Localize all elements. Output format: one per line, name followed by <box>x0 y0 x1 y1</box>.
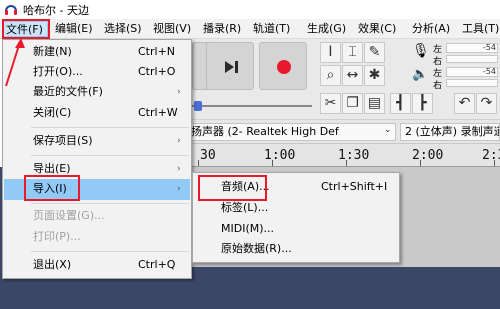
menu-select[interactable]: 选择(S) <box>104 21 142 37</box>
menu-item-close[interactable]: 关闭(C) Ctrl+W <box>4 103 190 123</box>
menu-item-exit[interactable]: 退出(X) Ctrl+Q <box>4 255 190 275</box>
tick-label: 30 <box>200 148 216 163</box>
menu-edit[interactable]: 编辑(E) <box>55 21 93 37</box>
menu-item-shortcut: Ctrl+Q <box>138 258 176 271</box>
menu-item-shortcut: Ctrl+N <box>138 45 176 58</box>
menu-item-import-midi[interactable]: MIDI(M)... <box>194 219 398 239</box>
menu-item-import-raw[interactable]: 原始数据(R)... <box>194 239 398 259</box>
menu-item-label: 原始数据(R)... <box>221 242 292 255</box>
skip-end-icon <box>225 61 238 73</box>
menu-item-shortcut: Ctrl+Shift+I <box>321 180 388 193</box>
tick <box>346 160 347 166</box>
undo-icon[interactable]: ↶ <box>454 93 475 114</box>
menu-generate[interactable]: 生成(G) <box>307 21 346 37</box>
output-device-value: 扬声器 (2- Realtek High Def <box>191 125 339 138</box>
menu-tools[interactable]: 工具(T) <box>462 21 499 37</box>
menu-item-label: 页面设置(G)... <box>33 209 105 222</box>
output-device-select[interactable]: 扬声器 (2- Realtek High Def <box>186 123 396 141</box>
playback-meter-right[interactable] <box>446 79 498 87</box>
chevron-down-icon[interactable]: ⌄ <box>384 125 392 135</box>
microphone-icon[interactable]: 🎙 <box>412 43 430 59</box>
record-meter[interactable]: -54 <box>446 43 498 53</box>
menu-item-label: 标签(L)... <box>221 201 269 214</box>
envelope-tool-icon[interactable]: ⌶ <box>342 42 363 63</box>
multi-tool-icon[interactable]: ✱ <box>364 65 385 86</box>
menu-transport[interactable]: 播录(R) <box>203 21 241 37</box>
volume-slider[interactable] <box>192 105 312 107</box>
selection-tool-icon[interactable]: I <box>320 42 341 63</box>
annotation-arrow-icon <box>5 38 25 87</box>
chevron-right-icon: › <box>177 87 181 97</box>
device-toolbar: 扬声器 (2- Realtek High Def ⌄ 2 (立体声) 录制声道 <box>186 119 500 143</box>
menu-item-page-setup: 页面设置(G)... <box>4 206 190 226</box>
menu-view[interactable]: 视图(V) <box>153 21 191 37</box>
menu-item-label: 关闭(C) <box>33 106 72 119</box>
timeline-ruler[interactable]: 30 1:00 1:30 2:00 2:3 <box>186 143 500 167</box>
tick <box>420 160 421 166</box>
redo-icon[interactable]: ↷ <box>476 93 497 114</box>
menu-item-shortcut: Ctrl+O <box>138 65 176 78</box>
tick <box>198 160 199 166</box>
channels-value: 2 (立体声) 录制声道 <box>405 125 500 138</box>
menu-item-import-labels[interactable]: 标签(L)... <box>194 198 398 218</box>
annotation-box-import <box>24 175 80 201</box>
menu-separator <box>31 251 189 252</box>
tick <box>494 160 495 166</box>
trim-icon[interactable]: ┫ <box>390 93 411 114</box>
headphones-icon <box>5 5 17 15</box>
menu-tracks[interactable]: 轨道(T) <box>253 21 290 37</box>
tick-label: 1:30 <box>338 148 370 163</box>
chevron-right-icon: › <box>177 136 181 146</box>
toolbar: I ⌶ ✎ ⌕ ↔ ✱ ✂ ❐ ▤ ┫ ┣ ↶ ↷ 🎙 左 右 -54 🔈 左 … <box>186 39 500 119</box>
volume-slider-thumb[interactable] <box>194 101 202 111</box>
menu-item-label: 最近的文件(F) <box>33 85 103 98</box>
menu-bar: 文件(F) 编辑(E) 选择(S) 视图(V) 播录(R) 轨道(T) 生成(G… <box>0 19 500 39</box>
menu-item-label: 打开(O)... <box>33 65 83 78</box>
tick-label: 2:00 <box>412 148 444 163</box>
menu-item-print: 打印(P)... <box>4 227 190 247</box>
menu-item-label: MIDI(M)... <box>221 222 275 235</box>
annotation-box-audio <box>198 175 267 201</box>
tick <box>272 160 273 166</box>
speaker-icon[interactable]: 🔈 <box>412 67 428 82</box>
tick-label: 2:3 <box>482 148 500 163</box>
paste-icon[interactable]: ▤ <box>364 93 385 114</box>
menu-separator <box>31 155 189 156</box>
play-meter-right-label: 右 <box>433 81 443 91</box>
silence-icon[interactable]: ┣ <box>412 93 433 114</box>
menu-item-shortcut: Ctrl+W <box>138 106 178 119</box>
menu-item-label: 打印(P)... <box>33 230 81 243</box>
skip-end-button[interactable] <box>206 42 254 90</box>
window-title: 哈布尔 - 天边 <box>23 4 89 17</box>
menu-separator <box>31 127 189 128</box>
menu-item-label: 退出(X) <box>33 258 72 271</box>
menu-separator <box>31 203 189 204</box>
record-icon <box>277 60 291 74</box>
playback-meter[interactable]: -54 <box>446 67 498 77</box>
chevron-right-icon: › <box>177 184 181 194</box>
record-meter-right[interactable] <box>446 55 498 63</box>
title-bar: 哈布尔 - 天边 <box>0 0 500 19</box>
menu-item-save-project[interactable]: 保存项目(S) › <box>4 131 190 151</box>
menu-effect[interactable]: 效果(C) <box>358 21 396 37</box>
cut-icon[interactable]: ✂ <box>320 93 341 114</box>
timeshift-tool-icon[interactable]: ↔ <box>342 65 363 86</box>
chevron-right-icon: › <box>177 164 181 174</box>
record-button[interactable] <box>259 42 307 90</box>
menu-item-label: 保存项目(S) <box>33 134 93 147</box>
copy-icon[interactable]: ❐ <box>342 93 363 114</box>
tick-label: 1:00 <box>264 148 296 163</box>
channels-select[interactable]: 2 (立体声) 录制声道 <box>400 123 500 141</box>
zoom-tool-icon[interactable]: ⌕ <box>320 65 341 86</box>
draw-tool-icon[interactable]: ✎ <box>364 42 385 63</box>
menu-analyze[interactable]: 分析(A) <box>412 21 450 37</box>
